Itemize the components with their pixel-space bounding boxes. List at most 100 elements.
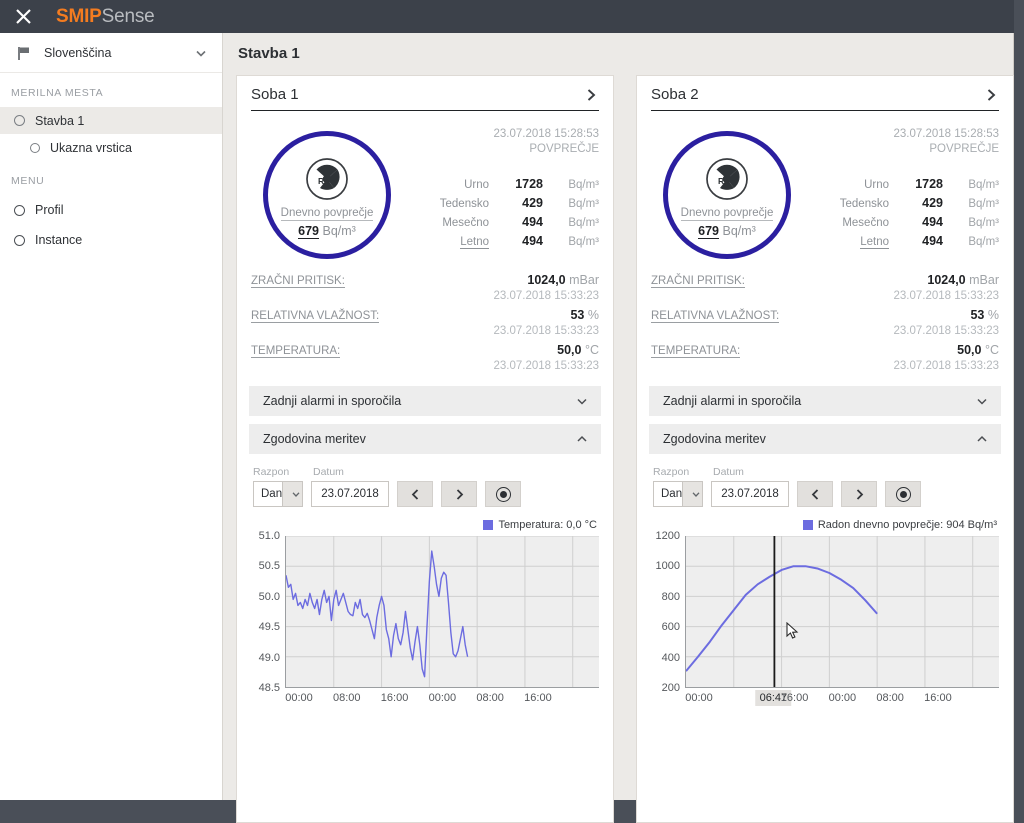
table-row: Mesečno 494 Bq/m³ (803, 215, 999, 234)
sensor-timestamp: 23.07.2018 15:33:23 (893, 325, 999, 337)
circle-icon (14, 234, 25, 246)
y-tick-label: 50.5 (258, 560, 280, 573)
card-title: Soba 2 (651, 86, 699, 103)
average-name: Mesečno (442, 217, 489, 229)
y-axis: 200 400 600 800 1000 1200 (649, 530, 683, 694)
range-select[interactable]: Dan (653, 481, 703, 507)
x-tick-label: 16:00 (924, 692, 952, 704)
averages-timestamp: 23.07.2018 15:28:53 (493, 128, 599, 140)
date-input[interactable]: 23.07.2018 (311, 481, 389, 507)
y-tick-label: 49.5 (258, 621, 280, 634)
next-button[interactable] (841, 481, 877, 507)
accordion-alarms[interactable]: Zadnji alarmi in sporočila (649, 386, 1001, 416)
language-selector[interactable]: Slovenščina (0, 33, 222, 73)
average-name: Urno (464, 179, 489, 191)
average-name: Urno (864, 179, 889, 191)
chart-legend: Radon dnevno povprečje: 904 Bq/m³ (649, 517, 1001, 533)
averages-caption: POVPREČJE (929, 143, 999, 155)
sensor-value: 1024,0 mBar (527, 273, 599, 287)
legend-swatch (483, 520, 494, 530)
average-value: 494 (522, 234, 543, 248)
circle-icon (14, 204, 25, 216)
table-row: Mesečno 494 Bq/m³ (403, 215, 599, 234)
sensor-value: 53 % (570, 308, 599, 322)
prev-button[interactable] (797, 481, 833, 507)
sensor-unit: °C (984, 343, 999, 357)
sensor-timestamp: 23.07.2018 15:33:23 (893, 360, 999, 372)
table-row: Letno 494 Bq/m³ (803, 234, 999, 253)
radon-gauge[interactable]: Rn Dnevno povprečje 679 Bq/m³ (263, 131, 391, 259)
range-select-value: Dan (261, 488, 283, 500)
range-label: Razpon (253, 466, 290, 478)
y-tick-label: 48.5 (258, 682, 280, 694)
close-icon[interactable] (0, 0, 46, 33)
radon-gauge[interactable]: Rn Dnevno povprečje 679 Bq/m³ (663, 131, 791, 259)
radiation-icon: Rn (705, 157, 749, 201)
x-tick-label: 08:00 (476, 692, 504, 704)
sidebar: Slovenščina MERILNA MESTA Stavba 1 Ukazn… (0, 33, 223, 800)
date-input[interactable]: 23.07.2018 (711, 481, 789, 507)
average-value: 1728 (515, 177, 543, 191)
plot-area: 200 400 600 800 1000 1200 00:00 06:47 16:00 00:0… (649, 530, 1001, 716)
accordion-alarms[interactable]: Zadnji alarmi in sporočila (249, 386, 601, 416)
average-name: Tedensko (439, 198, 489, 210)
y-tick-label: 200 (661, 682, 680, 694)
card-title: Soba 1 (251, 86, 299, 103)
gauge-value: 679 Bq/m³ (298, 224, 356, 239)
main-content: Stavba 1 Soba 1 Rn Dnevno povprečje 679 … (223, 33, 1014, 823)
control-labels: Razpon Datum (653, 466, 999, 478)
sidebar-item-instance[interactable]: Instance (0, 225, 222, 255)
sensors-section: ZRAČNI PRITISK: 1024,0 mBar 23.07.2018 1… (237, 259, 613, 378)
gauge-label: Dnevno povprečje (680, 207, 774, 221)
accordion-history[interactable]: Zgodovina meritev (649, 424, 1001, 454)
record-button[interactable] (885, 481, 921, 507)
y-tick-label: 1000 (655, 560, 680, 573)
x-axis: 00:00 08:00 16:00 00:00 08:00 16:00 (285, 690, 601, 710)
next-button[interactable] (441, 481, 477, 507)
average-unit: Bq/m³ (568, 179, 599, 191)
sensor-number: 1024,0 (927, 273, 966, 287)
chevron-up-icon (975, 432, 989, 446)
sensor-label: RELATIVNA VLAŽNOST: (651, 310, 780, 323)
svg-text:Rn: Rn (318, 176, 329, 186)
card-header[interactable]: Soba 2 (651, 86, 999, 111)
brand-secondary: Sense (101, 5, 155, 27)
range-select[interactable]: Dan (253, 481, 303, 507)
sensor-label: ZRAČNI PRITISK: (651, 275, 745, 288)
accordion-label: Zadnji alarmi in sporočila (263, 394, 402, 408)
plot-canvas[interactable] (285, 536, 599, 688)
sidebar-item-ukazna-vrstica[interactable]: Ukazna vrstica (0, 134, 222, 161)
language-label: Slovenščina (44, 45, 112, 60)
plot-canvas[interactable] (685, 536, 999, 688)
chevron-down-icon (194, 46, 208, 60)
sensor-unit: mBar (569, 273, 599, 287)
table-row: Tedensko 429 Bq/m³ (803, 196, 999, 215)
record-button[interactable] (485, 481, 521, 507)
sensor-label: TEMPERATURA: (651, 345, 741, 358)
averages-block: 23.07.2018 15:28:53 POVPREČJE Urno 1728 … (403, 125, 599, 259)
x-tick-label: 16:00 (524, 692, 552, 704)
y-tick-label: 600 (661, 621, 680, 634)
sensor-timestamp: 23.07.2018 15:33:23 (493, 290, 599, 302)
card-header[interactable]: Soba 1 (251, 86, 599, 111)
sidebar-item-stavba-1[interactable]: Stavba 1 (0, 107, 222, 134)
averages-block: 23.07.2018 15:28:53 POVPREČJE Urno 1728 … (803, 125, 999, 259)
control-row: Dan 23.07.2018 (653, 481, 999, 507)
y-tick-label: 1200 (655, 530, 680, 542)
prev-button[interactable] (397, 481, 433, 507)
room-card-soba-1: Soba 1 Rn Dnevno povprečje 679 Bq/m³ 23.… (236, 75, 614, 823)
y-tick-label: 800 (661, 590, 680, 603)
record-icon (495, 486, 511, 502)
accordion-history[interactable]: Zgodovina meritev (249, 424, 601, 454)
sidebar-item-profil[interactable]: Profil (0, 195, 222, 225)
svg-text:Rn: Rn (718, 176, 729, 186)
gauge-unit: Bq/m³ (722, 224, 756, 238)
y-tick-label: 51.0 (258, 530, 280, 542)
sensor-value: 53 % (970, 308, 999, 322)
sensor-row-humidity: RELATIVNA VLAŽNOST: 53 % (251, 308, 599, 323)
chevron-right-icon[interactable] (583, 87, 599, 103)
average-value: 429 (922, 196, 943, 210)
sidebar-item-label: Profil (35, 203, 64, 217)
y-axis: 48.5 49.0 49.5 50.0 50.5 51.0 (249, 530, 283, 694)
chevron-right-icon[interactable] (983, 87, 999, 103)
